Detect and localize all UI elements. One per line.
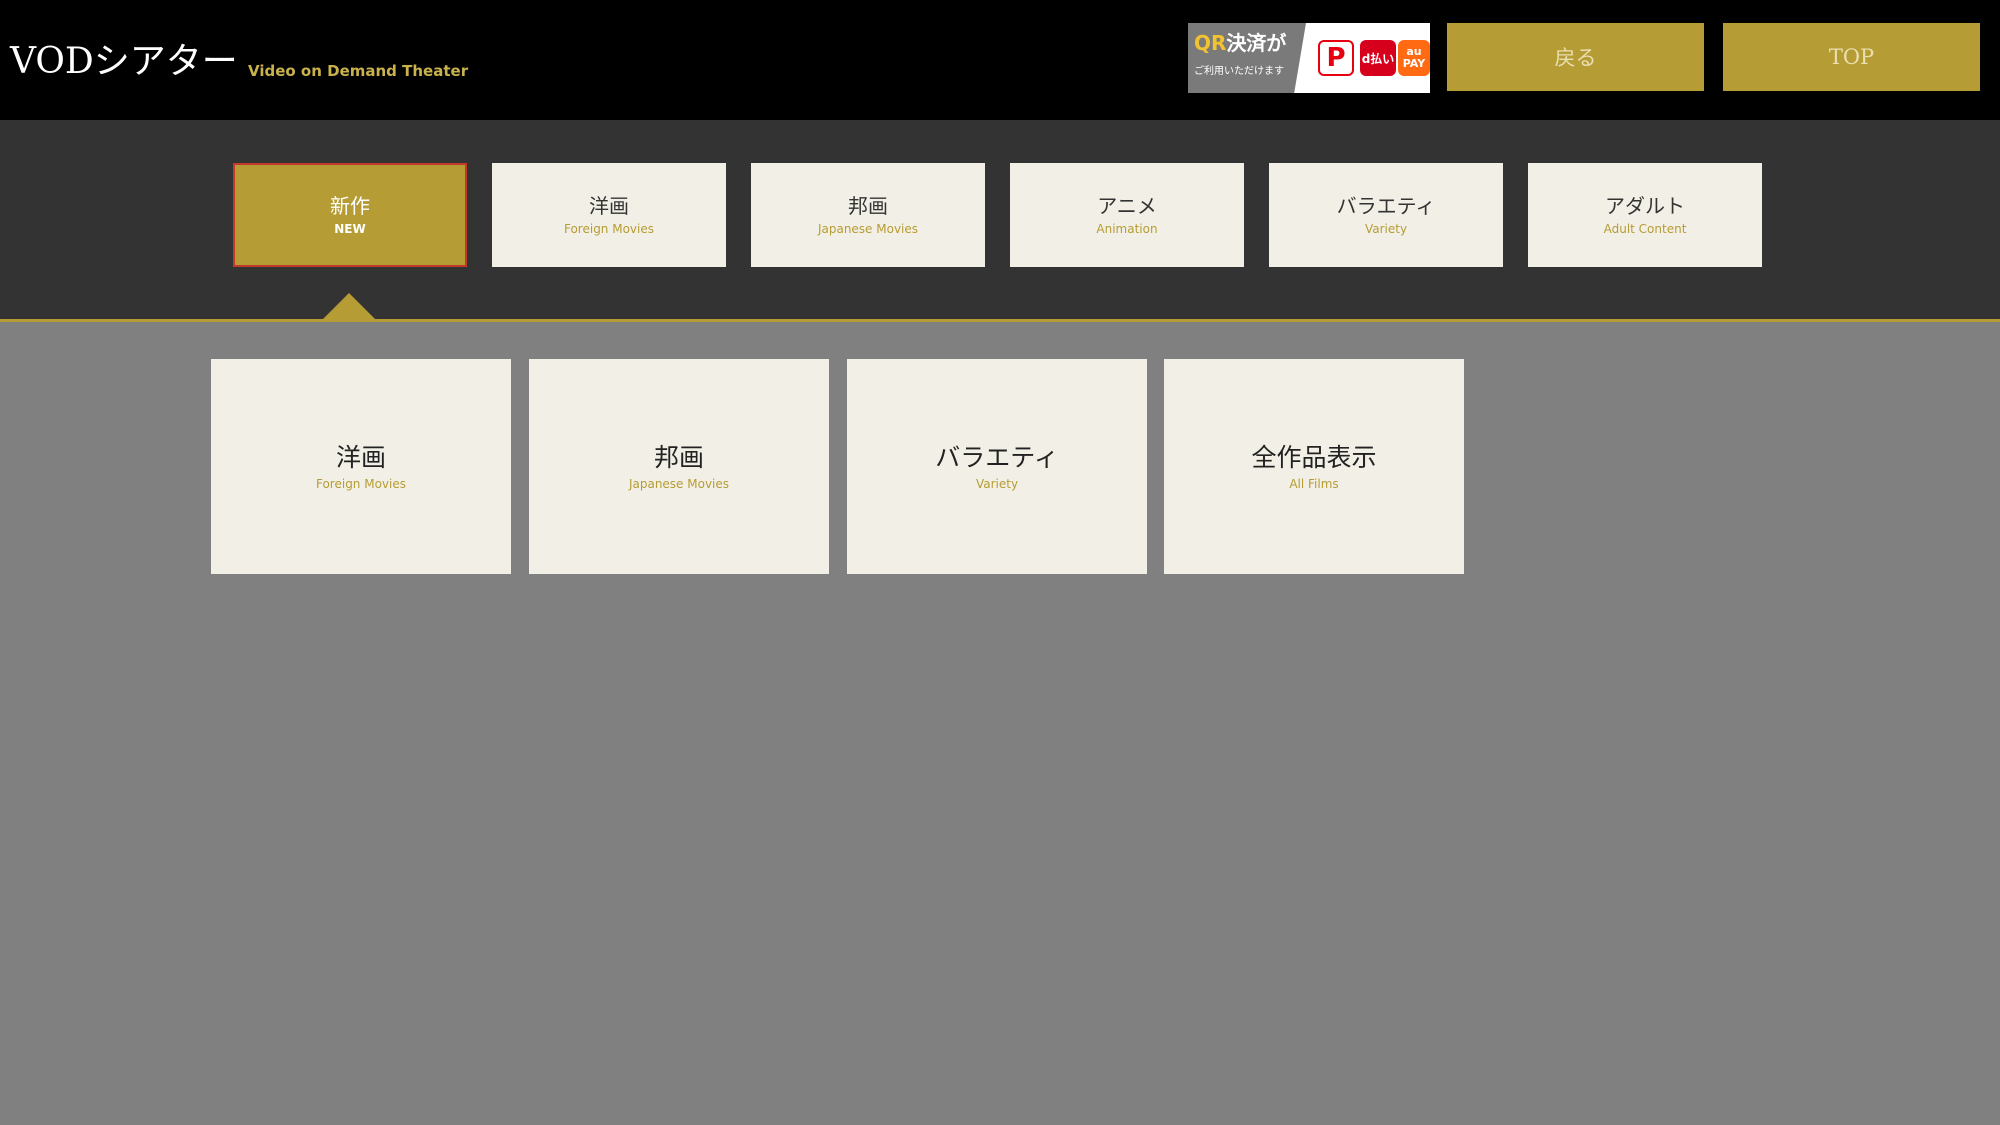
- tab-label: 邦画: [848, 194, 888, 218]
- tab-sublabel: Japanese Movies: [817, 222, 919, 236]
- tab-foreign-movies[interactable]: 洋画 Foreign Movies: [492, 163, 726, 267]
- tab-variety[interactable]: バラエティ Variety: [1269, 163, 1503, 267]
- dpay-icon: d払い: [1360, 40, 1396, 76]
- subcategory-card-foreign-movies[interactable]: 洋画 Foreign Movies: [211, 359, 511, 574]
- tab-new[interactable]: 新作 NEW: [233, 163, 467, 267]
- back-button[interactable]: 戻る: [1447, 23, 1704, 91]
- card-sublabel: Variety: [975, 476, 1019, 491]
- app-subtitle: Video on Demand Theater: [248, 62, 469, 80]
- tab-sublabel: NEW: [334, 222, 366, 236]
- aupay-icon-bottom: PAY: [1402, 57, 1426, 70]
- tab-label: 新作: [330, 194, 370, 218]
- card-sublabel: Japanese Movies: [628, 476, 730, 491]
- active-tab-indicator: [323, 293, 375, 319]
- tab-japanese-movies[interactable]: 邦画 Japanese Movies: [751, 163, 985, 267]
- tab-sublabel: Animation: [1096, 222, 1158, 236]
- top-button[interactable]: TOP: [1723, 23, 1980, 91]
- card-label: 全作品表示: [1251, 442, 1377, 472]
- qr-banner-caption: ご利用いただけます: [1194, 66, 1284, 77]
- card-label: 邦画: [653, 442, 704, 472]
- app-logo: VODシアター: [10, 41, 238, 82]
- subcategory-card-japanese-movies[interactable]: 邦画 Japanese Movies: [529, 359, 829, 574]
- subcategory-card-variety[interactable]: バラエティ Variety: [847, 359, 1147, 574]
- tab-animation[interactable]: アニメ Animation: [1010, 163, 1244, 267]
- tab-sublabel: Variety: [1364, 222, 1408, 236]
- tab-sublabel: Foreign Movies: [563, 222, 654, 236]
- card-sublabel: All Films: [1289, 476, 1339, 491]
- category-bar: 新作 NEW 洋画 Foreign Movies 邦画 Japanese Mov…: [0, 120, 2000, 322]
- tab-sublabel: Adult Content: [1603, 222, 1687, 236]
- qr-payment-banner: QR決済が ご利用いただけます P d払い au PAY: [1188, 23, 1430, 93]
- card-label: バラエティ: [935, 442, 1059, 472]
- tab-adult-content[interactable]: アダルト Adult Content: [1528, 163, 1762, 267]
- qr-mark-icon: QR: [1194, 31, 1227, 55]
- card-label: 洋画: [335, 442, 386, 472]
- tab-label: アニメ: [1097, 194, 1157, 218]
- qr-banner-left: QR決済が ご利用いただけます: [1188, 23, 1306, 93]
- paypay-icon: P: [1318, 40, 1354, 76]
- tab-label: バラエティ: [1336, 194, 1436, 218]
- aupay-icon: au PAY: [1398, 40, 1430, 76]
- qr-banner-title-rest: 決済が: [1226, 31, 1287, 55]
- tab-label: 洋画: [589, 194, 629, 218]
- card-sublabel: Foreign Movies: [315, 476, 406, 491]
- tab-label: アダルト: [1605, 194, 1685, 218]
- qr-banner-title: QR決済が: [1194, 31, 1286, 55]
- subcategory-card-all-films[interactable]: 全作品表示 All Films: [1164, 359, 1464, 574]
- header-bar: VODシアター Video on Demand Theater QR決済が ご利…: [0, 0, 2000, 120]
